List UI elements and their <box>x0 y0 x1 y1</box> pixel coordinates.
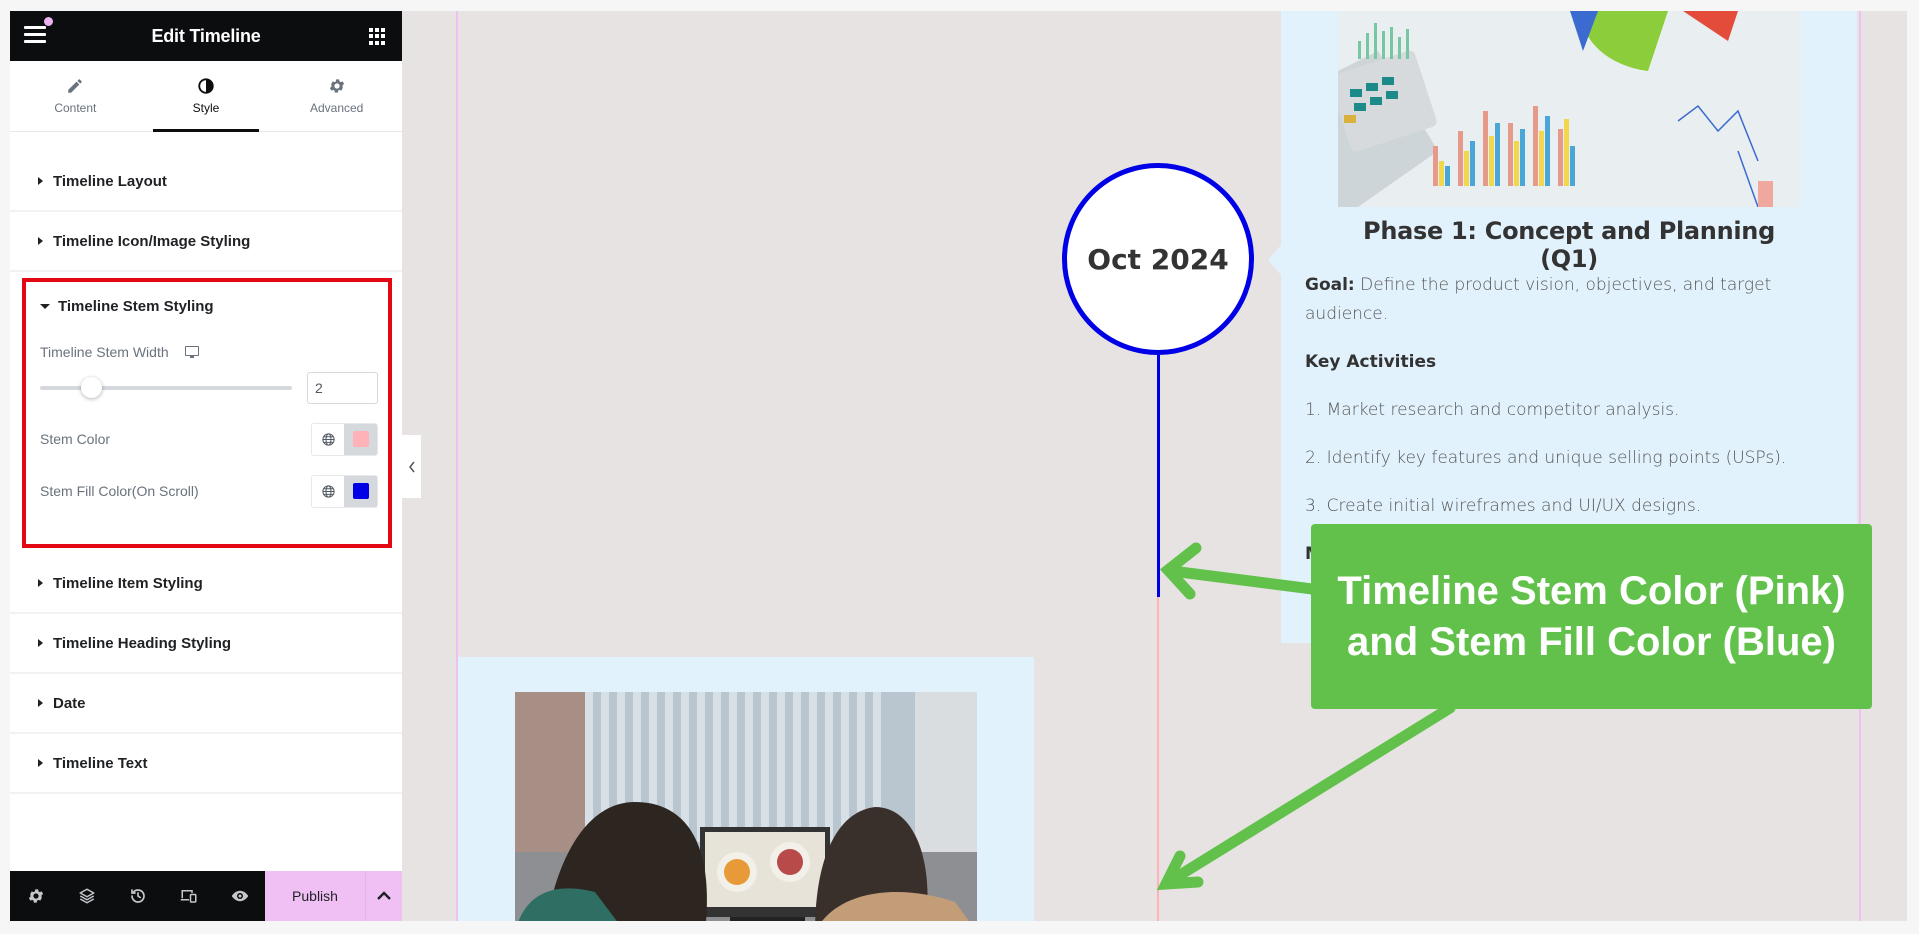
caret-right-icon <box>38 237 43 245</box>
section-stem-styling-header[interactable]: Timeline Stem Styling <box>40 294 378 318</box>
section-label: Timeline Text <box>53 754 148 772</box>
caret-right-icon <box>38 759 43 767</box>
settings-icon <box>28 889 43 903</box>
panel-title: Edit Timeline <box>151 25 261 46</box>
stem-color-control <box>311 422 378 456</box>
pencil-icon <box>68 79 83 93</box>
team-monitor-image <box>515 692 977 921</box>
tab-style[interactable]: Style <box>141 61 272 132</box>
layers-icon <box>79 888 94 904</box>
stem-width-label: Timeline Stem Width <box>40 344 169 360</box>
container-guide-right <box>1859 11 1861 921</box>
activity-item: 3. Create initial wireframes and UI/UX d… <box>1305 496 1702 516</box>
activity-item: 2. Identify key features and unique sell… <box>1305 448 1787 468</box>
caret-right-icon <box>38 639 43 647</box>
timeline-stem-fill <box>1157 351 1160 597</box>
card-pointer <box>1268 244 1282 276</box>
section-label: Timeline Item Styling <box>53 574 203 592</box>
key-activities-heading: Key Activities <box>1305 352 1437 372</box>
global-colors-button[interactable] <box>312 475 345 507</box>
tab-label: Style <box>192 101 220 115</box>
timeline-item-card <box>458 657 1034 921</box>
caret-right-icon <box>38 177 43 185</box>
panel-tabs: Content Style Advanced <box>10 61 402 132</box>
widgets-grid-icon[interactable] <box>369 28 386 45</box>
panel-header: Edit Timeline <box>10 11 402 61</box>
desktop-responsive-icon[interactable] <box>184 346 199 358</box>
chevron-up-icon <box>377 891 391 900</box>
contrast-icon <box>198 78 214 94</box>
tab-advanced[interactable]: Advanced <box>271 61 402 131</box>
section-heading-styling[interactable]: Timeline Heading Styling <box>10 614 402 674</box>
timeline-date-marker: Oct 2024 <box>1062 163 1254 355</box>
navigator-button[interactable] <box>61 871 112 921</box>
responsive-mode-button[interactable] <box>163 871 214 921</box>
section-label: Timeline Stem Styling <box>58 297 214 315</box>
editor-panel: Edit Timeline Content Style Advanced Tim… <box>10 11 402 921</box>
stem-fill-color-label: Stem Fill Color(On Scroll) <box>40 483 199 499</box>
section-timeline-text[interactable]: Timeline Text <box>10 734 402 794</box>
notification-dot <box>44 17 53 26</box>
stem-width-input[interactable] <box>307 372 378 404</box>
preview-eye-icon <box>231 890 248 902</box>
annotation-callout: Timeline Stem Color (Pink) and Stem Fill… <box>1311 524 1872 709</box>
preview-button[interactable] <box>214 871 265 921</box>
history-button[interactable] <box>112 871 163 921</box>
section-label: Date <box>53 694 86 712</box>
tab-label: Content <box>54 101 97 115</box>
global-colors-button[interactable] <box>312 423 345 455</box>
stem-styling-section: Timeline Stem Styling Timeline Stem Widt… <box>22 278 392 548</box>
gear-icon <box>329 79 344 93</box>
section-timeline-layout[interactable]: Timeline Layout <box>10 152 402 212</box>
settings-button[interactable] <box>10 871 61 921</box>
caret-right-icon <box>38 579 43 587</box>
globe-icon <box>321 484 335 498</box>
goal-text: Define the product vision, objectives, a… <box>1305 275 1772 324</box>
publish-button[interactable]: Publish <box>265 871 366 921</box>
section-date[interactable]: Date <box>10 674 402 734</box>
section-item-styling[interactable]: Timeline Item Styling <box>10 554 402 614</box>
history-icon <box>130 889 145 903</box>
tab-label: Advanced <box>309 101 364 115</box>
stem-color-picker[interactable] <box>344 423 377 455</box>
finance-charts-image <box>1338 11 1800 207</box>
color-swatch <box>352 431 369 447</box>
caret-down-icon <box>40 303 50 309</box>
slider-thumb[interactable] <box>81 377 102 398</box>
menu-icon[interactable] <box>24 26 46 44</box>
collapse-panel-button[interactable] <box>402 435 421 498</box>
responsive-icon <box>180 890 196 903</box>
date-label: Oct 2024 <box>1087 242 1229 276</box>
tab-content[interactable]: Content <box>10 61 141 131</box>
section-icon-image-styling[interactable]: Timeline Icon/Image Styling <box>10 212 402 272</box>
stem-width-slider[interactable] <box>40 377 292 398</box>
activity-item: 1. Market research and competitor analys… <box>1305 400 1680 420</box>
color-swatch <box>352 483 369 499</box>
caret-right-icon <box>38 699 43 707</box>
section-label: Timeline Icon/Image Styling <box>53 232 251 250</box>
stem-fill-color-control <box>311 474 378 508</box>
bottom-toolbar: Publish <box>10 871 402 921</box>
phase-title: Phase 1: Concept and Planning (Q1) <box>1363 217 1775 273</box>
goal-label: Goal: <box>1305 275 1355 295</box>
section-label: Timeline Layout <box>53 172 167 190</box>
section-label: Timeline Heading Styling <box>53 634 232 652</box>
chevron-left-icon <box>408 461 415 472</box>
stem-color-label: Stem Color <box>40 431 111 447</box>
publish-options-button[interactable] <box>366 871 402 921</box>
preview-canvas: Phase 1: Concept and Planning (Q1) Goal:… <box>402 11 1907 921</box>
stem-fill-color-picker[interactable] <box>344 475 377 507</box>
globe-icon <box>321 432 335 446</box>
